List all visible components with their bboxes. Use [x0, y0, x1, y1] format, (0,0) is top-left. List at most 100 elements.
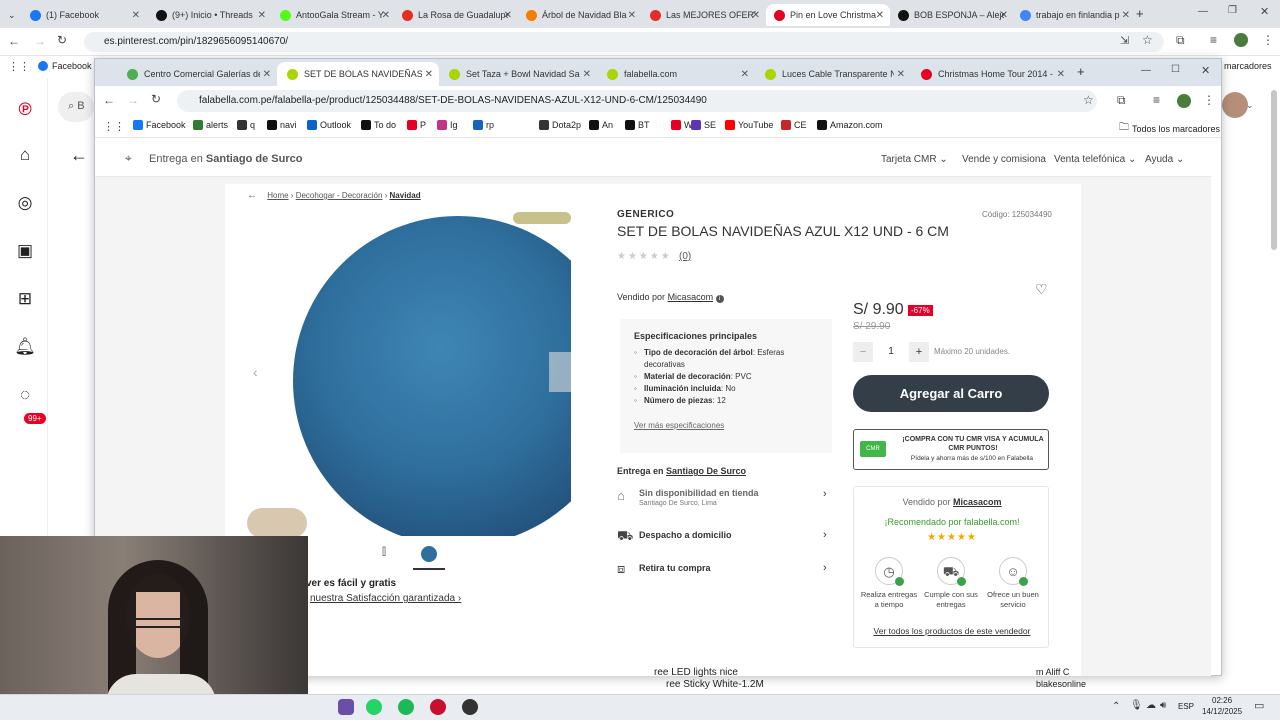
bookmark-item[interactable]: q: [237, 120, 255, 130]
pinterest-search-field[interactable]: ⌕ B: [58, 92, 94, 122]
tab-close-icon[interactable]: ✕: [628, 10, 636, 21]
menu-icon[interactable]: ⋮: [1262, 33, 1274, 47]
delivery-location[interactable]: Entrega en Santiago de Surco: [149, 153, 302, 165]
tab-close-icon[interactable]: ✕: [263, 69, 271, 80]
bookmark-item[interactable]: YouTube: [725, 120, 773, 130]
tab-close-icon[interactable]: ✕: [741, 69, 749, 80]
wishlist-heart-icon[interactable]: ♡: [1035, 281, 1048, 298]
bookmark-item[interactable]: Facebook: [133, 120, 186, 130]
nav-venta-telefonica[interactable]: Venta telefónica ⌄: [1054, 154, 1136, 165]
volume-icon[interactable]: 🔊︎: [1160, 700, 1166, 711]
inner-minimize-icon[interactable]: —: [1141, 65, 1151, 76]
seller-all-products-link[interactable]: Ver todos los productos de este vendedor: [854, 626, 1050, 636]
image-prev-icon[interactable]: ‹: [253, 364, 258, 380]
inner-tab[interactable]: Luces Cable Transparente Navi✕: [755, 62, 911, 86]
breadcrumb-subcategory[interactable]: Navidad: [390, 191, 421, 200]
whatsapp-icon[interactable]: [366, 699, 382, 715]
tab-close-icon[interactable]: ✕: [876, 10, 884, 21]
clock-time[interactable]: 02:26: [1212, 696, 1232, 705]
steam-icon[interactable]: [462, 699, 478, 715]
review-count[interactable]: (0): [679, 251, 691, 262]
info-icon[interactable]: i: [715, 295, 724, 303]
bookmark-facebook[interactable]: Facebook: [38, 61, 92, 71]
bookmark-item[interactable]: To do: [361, 120, 396, 130]
inner-new-tab-icon[interactable]: +: [1077, 64, 1085, 79]
bookmark-item[interactable]: W: [671, 120, 693, 130]
seller-link[interactable]: Micasacom: [668, 292, 714, 302]
outer-tab[interactable]: AntooGala Stream - Y ✕: [272, 4, 396, 26]
tab-close-icon[interactable]: ✕: [425, 69, 433, 80]
bookmark-item[interactable]: SE: [691, 120, 716, 130]
breadcrumb-home[interactable]: Home: [267, 191, 288, 200]
add-to-cart-button[interactable]: Agregar al Carro: [853, 375, 1049, 412]
quantity-decrease-button[interactable]: −: [853, 342, 873, 362]
minimize-icon[interactable]: —: [1198, 6, 1208, 17]
breadcrumb-back-icon[interactable]: ←: [247, 190, 257, 201]
inner-close-icon[interactable]: ✕: [1201, 64, 1210, 77]
home-icon[interactable]: ⌂: [14, 144, 36, 166]
network-icon[interactable]: ☁︎: [1146, 700, 1156, 711]
tab-close-icon[interactable]: ✕: [897, 69, 905, 80]
outer-url-field[interactable]: es.pinterest.com/pin/1829656095140670/: [84, 32, 1164, 52]
tab-close-icon[interactable]: ✕: [382, 10, 390, 21]
bookmark-item[interactable]: An: [589, 120, 613, 130]
tab-list-button[interactable]: ⌄: [0, 4, 22, 26]
pin-back-arrow-icon[interactable]: ←: [70, 145, 88, 166]
product-image[interactable]: [247, 212, 571, 536]
tab-close-icon[interactable]: ✕: [258, 10, 266, 21]
bookmark-item[interactable]: Outlook: [307, 120, 351, 130]
thumbnail-1[interactable]: ⫾: [373, 542, 395, 568]
inner-profile-avatar[interactable]: [1177, 94, 1191, 108]
cmr-promo-banner[interactable]: CMR ¡COMPRA CON TU CMR VISA Y ACUMULA CM…: [853, 429, 1049, 470]
restore-icon[interactable]: ❐: [1228, 5, 1237, 16]
outer-tab[interactable]: La Rosa de Guadalupe ✕: [394, 4, 518, 26]
nav-vende-comisiona[interactable]: Vende y comisiona: [962, 154, 1046, 165]
pinterest-logo-icon[interactable]: ℗: [14, 98, 36, 120]
inner-tab[interactable]: SET DE BOLAS NAVIDEÑAS AZUL✕: [277, 62, 439, 86]
tab-close-icon[interactable]: ✕: [583, 69, 591, 80]
pinterest-profile-avatar[interactable]: [1222, 92, 1248, 118]
outer-tab[interactable]: Árbol de Navidad Bla ✕: [518, 4, 642, 26]
bookmark-star-icon[interactable]: ☆: [1142, 33, 1153, 47]
inner-tab[interactable]: falabella.com ✕: [597, 62, 755, 86]
opera-icon[interactable]: [430, 699, 446, 715]
tab-close-icon[interactable]: ✕: [132, 10, 140, 21]
nav-tarjeta-cmr[interactable]: Tarjeta CMR ⌄: [881, 154, 948, 165]
reload-icon[interactable]: ↻: [57, 33, 67, 47]
inner-apps-icon[interactable]: ⋮⋮: [103, 120, 125, 133]
inner-tab[interactable]: Set Taza + Bowl Navidad Santa ✕: [439, 62, 597, 86]
tab-close-icon[interactable]: ✕: [504, 10, 512, 21]
explore-icon[interactable]: ◎: [14, 192, 36, 214]
inner-tab[interactable]: Centro Comercial Galerías de M✕: [117, 62, 277, 86]
outer-tab[interactable]: (9+) Inicio • Threads ✕: [148, 4, 272, 26]
outer-scrollbar[interactable]: [1271, 90, 1277, 250]
apps-icon[interactable]: ⋮⋮: [8, 60, 30, 73]
inner-maximize-icon[interactable]: ☐: [1171, 64, 1180, 75]
outer-tab[interactable]: Las MEJORES OFERTA ✕: [642, 4, 766, 26]
product-brand[interactable]: GENERICO: [617, 209, 674, 220]
pinterest-satisfaction-line[interactable]: nuestra Satisfacción garantizada ›: [310, 593, 461, 604]
tab-close-icon[interactable]: ✕: [1057, 69, 1065, 80]
inner-back-icon[interactable]: ←: [103, 93, 115, 107]
messages-icon[interactable]: ◌: [14, 384, 36, 406]
inner-url-field[interactable]: falabella.com.pe/falabella-pe/product/12…: [177, 90, 1097, 112]
bookmark-item[interactable]: P: [407, 120, 426, 130]
tray-chevron-up-icon[interactable]: ⌃: [1112, 701, 1120, 712]
bookmark-item[interactable]: alerts: [193, 120, 228, 130]
boards-icon[interactable]: ▣: [14, 240, 36, 262]
thumbnail-2[interactable]: [413, 542, 445, 570]
all-bookmarks[interactable]: 🗀︎ Todos los marcadores: [1119, 120, 1220, 137]
notifications-icon[interactable]: 🔔︎: [14, 336, 36, 358]
inner-reload-icon[interactable]: ↻: [151, 92, 161, 106]
outer-tab[interactable]: (1) Facebook ✕: [22, 4, 146, 26]
language-indicator[interactable]: ESP: [1178, 702, 1194, 711]
bookmark-item[interactable]: BT: [625, 120, 650, 130]
tab-close-icon[interactable]: ✕: [1122, 10, 1130, 21]
profile-avatar[interactable]: [1234, 33, 1248, 47]
bookmark-item[interactable]: Ig: [437, 120, 458, 130]
clock-date[interactable]: 14/12/2025: [1202, 707, 1242, 716]
install-icon[interactable]: ⇲: [1120, 34, 1129, 47]
more-specs-link[interactable]: Ver más especificaciones: [634, 421, 818, 430]
create-icon[interactable]: ⊞: [14, 288, 36, 310]
taskbar-app-icon[interactable]: [338, 699, 354, 715]
